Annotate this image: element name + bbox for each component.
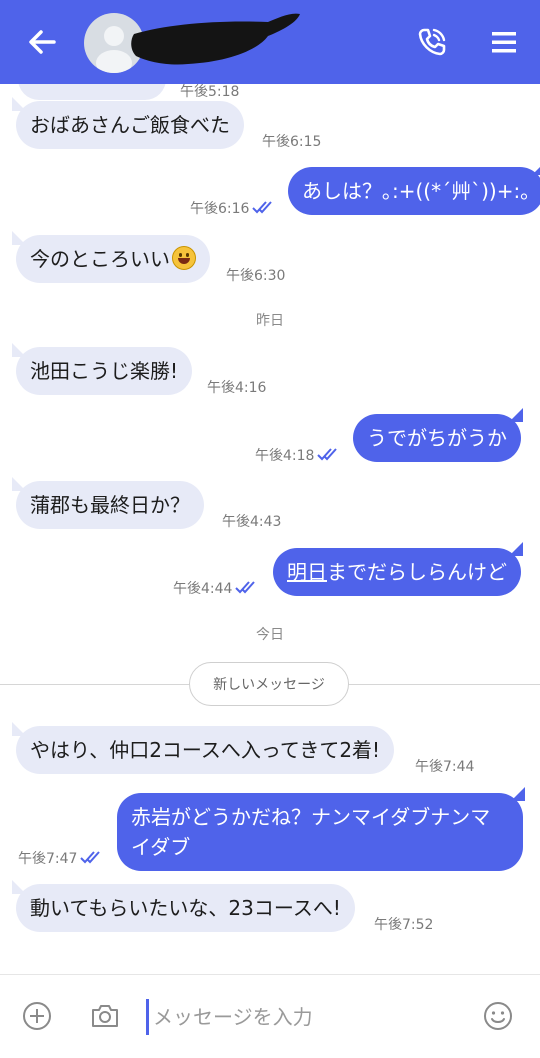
message-time: 午後7:52 (374, 917, 434, 933)
read-checkmark-icon (317, 448, 337, 461)
menu-icon (492, 32, 516, 53)
message-bubble-outgoing[interactable]: あしは？｡:+((*´艸`))+:｡ (288, 161, 540, 215)
message-text-line: 赤岩がどうかだね？ナンマイダブナンマ (131, 805, 491, 829)
message-time: 午後4:16 (207, 380, 267, 396)
message-time: 午後6:16 (190, 201, 250, 217)
message-bubble-incoming[interactable]: 今のところいい (12, 231, 210, 283)
message-bubble-incoming[interactable] (18, 84, 166, 100)
message-time: 午後6:30 (226, 268, 286, 284)
message-bubble-incoming[interactable]: おばあさんご飯食べた (12, 97, 244, 149)
message-bubble-incoming[interactable]: 池田こうじ楽勝! (11, 343, 193, 395)
message-list[interactable]: 午後5:18 おばあさんご飯食べた 午後6:15 あしは？｡:+((*´艸`))… (0, 84, 540, 974)
message-link-text[interactable]: 明日 (287, 560, 327, 584)
message-text: 今のところいい (30, 247, 170, 271)
call-button[interactable] (414, 24, 450, 60)
message-time: 午後4:44 (173, 581, 233, 597)
message-text: までだらしらんけど (327, 560, 507, 584)
message-text-line: イダブ (131, 835, 191, 859)
smiley-emoji-icon (172, 246, 196, 270)
message-bubble-outgoing[interactable]: 赤岩がどうかだね？ナンマイダブナンマ イダブ (117, 787, 525, 871)
message-time: 午後6:15 (262, 134, 322, 150)
contact-name-redacted (128, 6, 308, 80)
message-time: 午後4:43 (222, 514, 282, 530)
back-arrow-icon (29, 30, 56, 54)
add-icon[interactable] (21, 1000, 53, 1032)
message-bubble-outgoing[interactable]: うでがちがうか (353, 408, 523, 462)
message-input[interactable]: メッセージを入力 (146, 999, 456, 1035)
menu-button[interactable] (486, 24, 522, 60)
phone-icon (418, 28, 446, 56)
message-bubble-incoming[interactable]: 蒲郡も最終日か？ (12, 477, 204, 529)
read-checkmark-icon (252, 201, 272, 214)
emoji-icon[interactable] (482, 1000, 514, 1032)
message-time: 午後4:18 (255, 448, 315, 464)
message-time: 午後7:47 (18, 851, 78, 867)
chat-header (0, 0, 540, 84)
message-time: 午後5:18 (180, 84, 240, 100)
date-separator-today: 今日 (256, 627, 284, 643)
message-time: 午後7:44 (415, 759, 475, 775)
message-input-bar: メッセージを入力 (0, 974, 540, 1058)
read-checkmark-icon (235, 581, 255, 594)
date-separator-yesterday: 昨日 (256, 313, 284, 329)
back-button[interactable] (24, 24, 60, 60)
message-bubble-incoming[interactable]: 動いてもらいたいな、23コースへ! (12, 880, 355, 932)
camera-icon[interactable] (89, 1000, 121, 1032)
new-messages-label: 新しいメッセージ (189, 662, 349, 706)
message-bubble-incoming[interactable]: やはり、仲口2コースへ入ってきて2着! (11, 722, 395, 774)
message-bubble-outgoing[interactable]: 明日までだらしらんけど (273, 542, 523, 596)
read-checkmark-icon (80, 851, 100, 864)
